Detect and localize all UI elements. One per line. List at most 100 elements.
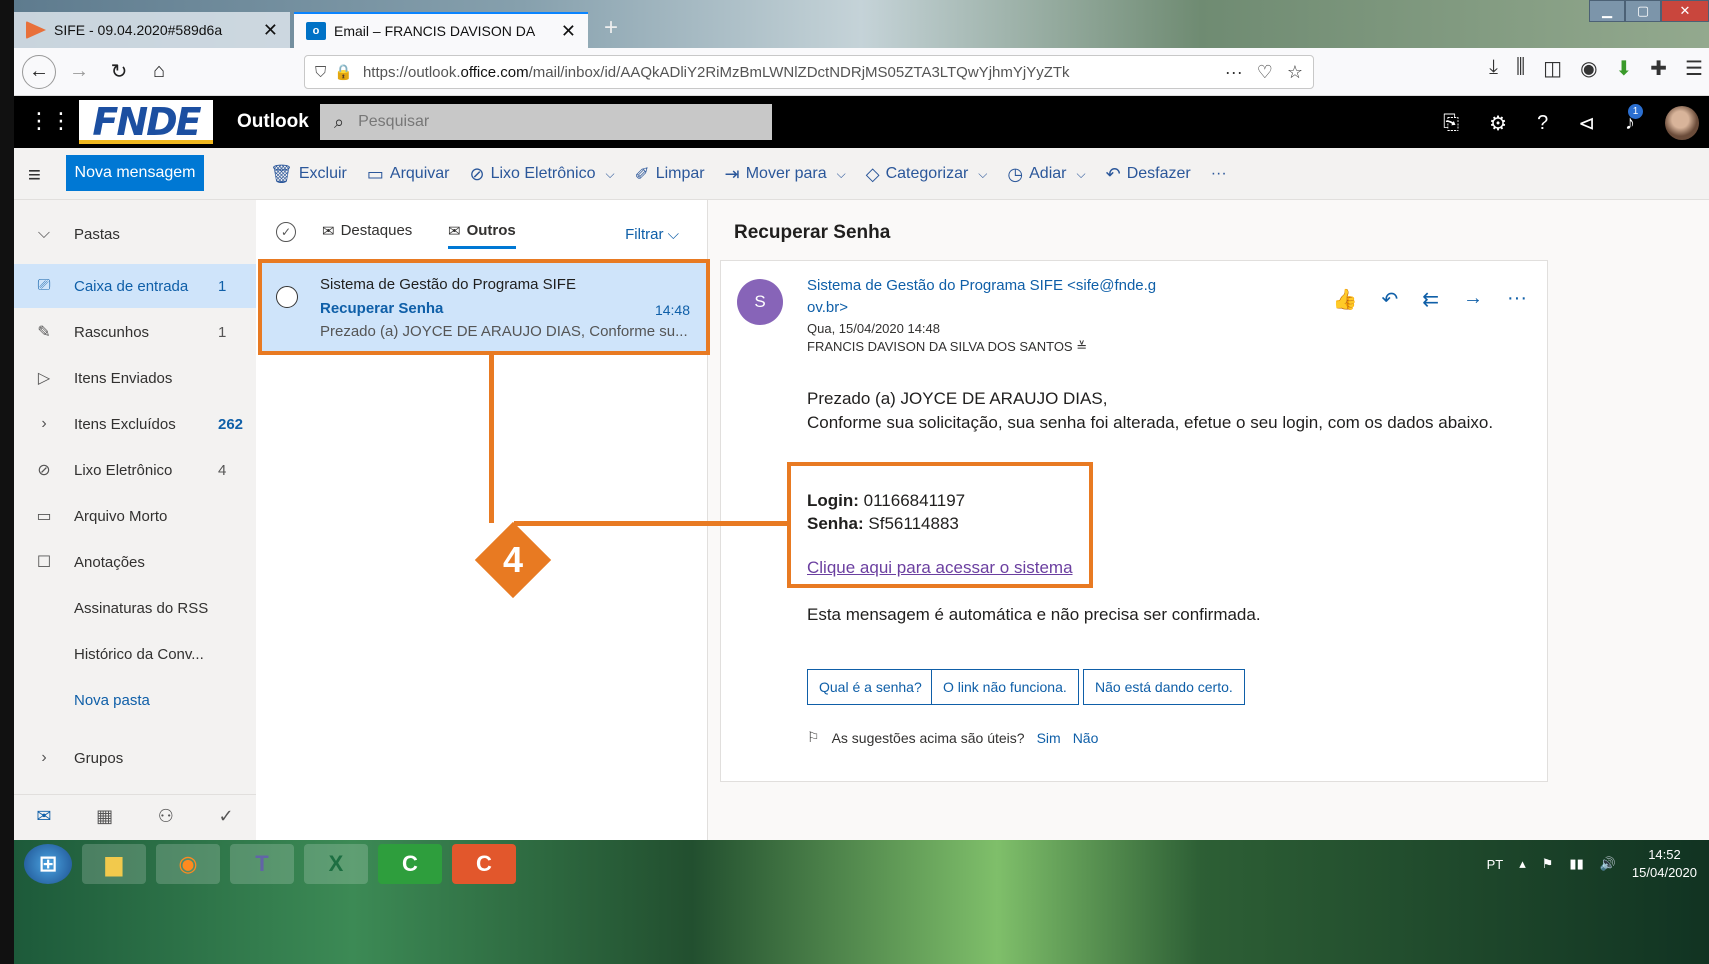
home-icon[interactable]: ⌂ [142, 55, 176, 89]
reply-icon[interactable]: ↶ [1381, 287, 1398, 312]
archive-button[interactable]: ▭ Arquivar [367, 164, 450, 185]
close-icon[interactable]: ✕ [561, 21, 576, 42]
library-icon[interactable]: ⫼ [1516, 56, 1525, 81]
delete-button[interactable]: 🗑 Excluir [270, 164, 347, 185]
move-icon: ⇥ [724, 163, 740, 184]
sender-address[interactable]: Sistema de Gestão do Programa SIFE <sife… [807, 275, 1187, 319]
chevron-down-icon[interactable]: ⌵ [837, 167, 846, 182]
sidebar-item-notes[interactable]: ☐ Anotações [14, 540, 256, 584]
tab-other[interactable]: ✉ Outros [448, 222, 516, 249]
groups-header[interactable]: › Grupos [14, 736, 256, 780]
filter-button[interactable]: Filtrar ⌵ [625, 226, 679, 243]
select-all-checkbox[interactable]: ✓ [276, 222, 296, 242]
like-icon[interactable]: 👍 [1333, 287, 1358, 312]
recorder-green-icon[interactable]: C [378, 844, 442, 884]
trash-icon: 🗑 [270, 163, 293, 184]
reload-icon[interactable]: ↻ [102, 55, 136, 89]
sidebar-item-conversation-history[interactable]: Histórico da Conv... [14, 632, 256, 676]
new-message-button[interactable]: Nova mensagem [66, 155, 204, 191]
sender-avatar: S [737, 279, 783, 325]
sweep-button[interactable]: ✐ Limpar [635, 164, 705, 185]
snooze-button[interactable]: ◷ Adiar ⌵ [1007, 164, 1085, 185]
hamburger-menu-icon[interactable]: ≡ [28, 162, 41, 188]
start-button[interactable]: ⊞ [24, 844, 72, 884]
command-bar: ≡ Nova mensagem 🗑 Excluir ▭ Arquivar ⊘ Lixo… [14, 148, 1709, 200]
sidebar-item-sent[interactable]: ▷ Itens Enviados [14, 356, 256, 400]
chevron-down-icon[interactable]: ⌵ [1076, 167, 1085, 182]
bookmark-star-icon[interactable]: ☆ [1287, 62, 1303, 83]
excel-icon[interactable]: X [304, 844, 368, 884]
sidebar-item-drafts[interactable]: ✎ Rascunhos 1 [14, 310, 256, 354]
help-icon[interactable]: ? [1537, 112, 1548, 135]
annotation-step-number: 4 [502, 539, 524, 580]
tab-email-label: Email – FRANCIS DAVISON DA [334, 23, 536, 39]
calendar-icon[interactable]: ▦ [96, 806, 113, 827]
window-close-button[interactable]: ✕ [1661, 0, 1709, 22]
fnde-logo[interactable]: FNDE [79, 100, 213, 144]
clock[interactable]: 14:52 15/04/2020 [1632, 846, 1697, 882]
minimize-button[interactable]: ▁ [1589, 0, 1625, 22]
mail-icon[interactable]: ✉ [36, 806, 51, 827]
chevron-down-icon[interactable]: ⌵ [978, 167, 987, 182]
my-day-icon[interactable]: ⎘ [1443, 112, 1459, 135]
app-launcher-icon[interactable]: ⋮⋮⋮ [28, 108, 94, 136]
junk-button[interactable]: ⊘ Lixo Eletrônico ⌵ [469, 164, 614, 185]
undo-button[interactable]: ↶ Desfazer [1106, 164, 1191, 185]
back-icon[interactable]: ← [22, 54, 56, 89]
menu-icon[interactable]: ☰ [1685, 56, 1703, 81]
sidebar-item-deleted[interactable]: › Itens Excluídos 262 [14, 402, 256, 446]
forward-icon[interactable]: → [62, 55, 96, 89]
reply-all-icon[interactable]: ⇇ [1422, 287, 1439, 312]
more-commands-button[interactable]: ··· [1211, 165, 1227, 183]
page-actions-icon[interactable]: ··· [1225, 62, 1243, 83]
feedback-no-link[interactable]: Não [1073, 730, 1099, 746]
app-name[interactable]: Outlook [237, 111, 309, 133]
close-icon[interactable]: ✕ [263, 20, 278, 41]
new-folder-link[interactable]: Nova pasta [14, 678, 256, 722]
tray-expand-icon[interactable]: ▴ [1519, 856, 1526, 872]
sidebar-item-inbox[interactable]: ⎚ Caixa de entrada 1 [14, 264, 256, 308]
suggested-reply-button[interactable]: Qual é a senha? [807, 669, 934, 705]
language-indicator[interactable]: PT [1487, 857, 1504, 872]
download-icon[interactable]: ⤓ [1489, 56, 1498, 81]
categorize-button[interactable]: ◇ Categorizar ⌵ [866, 164, 988, 185]
tab-focused[interactable]: ✉ Destaques [322, 222, 412, 240]
network-icon[interactable]: ▮▮ [1569, 856, 1583, 872]
more-actions-icon[interactable]: ··· [1507, 287, 1527, 312]
tasks-icon[interactable]: ✓ [219, 806, 234, 827]
recorder-orange-icon[interactable]: C [452, 844, 516, 884]
avatar[interactable] [1665, 106, 1699, 140]
firefox-icon[interactable]: ◉ [156, 844, 220, 884]
suggested-reply-button[interactable]: Não está dando certo. [1083, 669, 1245, 705]
sidebar-item-junk[interactable]: ⊘ Lixo Eletrônico 4 [14, 448, 256, 492]
people-icon[interactable]: ⚇ [158, 806, 174, 827]
sidebar-item-archive[interactable]: ▭ Arquivo Morto [14, 494, 256, 538]
account-icon[interactable]: ◉ [1580, 56, 1597, 81]
move-to-button[interactable]: ⇥ Mover para ⌵ [725, 164, 846, 185]
maximize-button[interactable]: ▢ [1625, 0, 1661, 22]
tab-email[interactable]: o Email – FRANCIS DAVISON DA ✕ [294, 12, 588, 48]
search-input[interactable]: ⌕ Pesquisar [320, 104, 772, 140]
notifications-bell-icon[interactable]: ♪ 1 [1625, 103, 1643, 135]
sidebar-icon[interactable]: ◫ [1543, 56, 1562, 81]
chevron-down-icon[interactable]: ⌵ [606, 167, 615, 182]
extension-icon[interactable]: ⬇ [1616, 56, 1633, 81]
new-tab-button[interactable]: + [596, 14, 626, 44]
file-explorer-icon[interactable]: ▆ [82, 844, 146, 884]
extensions-icon[interactable]: ✚ [1650, 56, 1667, 81]
flag-icon[interactable]: ⚑ [1542, 856, 1554, 872]
pocket-icon[interactable]: ♡ [1257, 62, 1273, 83]
volume-icon[interactable]: 🔊 [1600, 856, 1616, 872]
suggested-reply-button[interactable]: O link não funciona. [931, 669, 1079, 705]
recipient-line[interactable]: FRANCIS DAVISON DA SILVA DOS SANTOS ≚ [807, 339, 1087, 355]
feedback-icon[interactable]: ⊲ [1578, 111, 1595, 136]
url-bar[interactable]: ⛉ 🔒 https://outlook.office.com/mail/inbo… [304, 55, 1314, 89]
teams-icon[interactable]: T [230, 844, 294, 884]
sidebar-item-rss[interactable]: Assinaturas do RSS [14, 586, 256, 630]
message-date: Qua, 15/04/2020 14:48 [807, 321, 941, 336]
folders-header[interactable]: ⌵ Pastas [14, 212, 256, 256]
tab-sife[interactable]: SIFE - 09.04.2020#589d6a ✕ [14, 12, 290, 48]
settings-gear-icon[interactable]: ⚙ [1489, 111, 1507, 136]
feedback-yes-link[interactable]: Sim [1037, 730, 1061, 746]
forward-icon[interactable]: → [1463, 287, 1483, 312]
